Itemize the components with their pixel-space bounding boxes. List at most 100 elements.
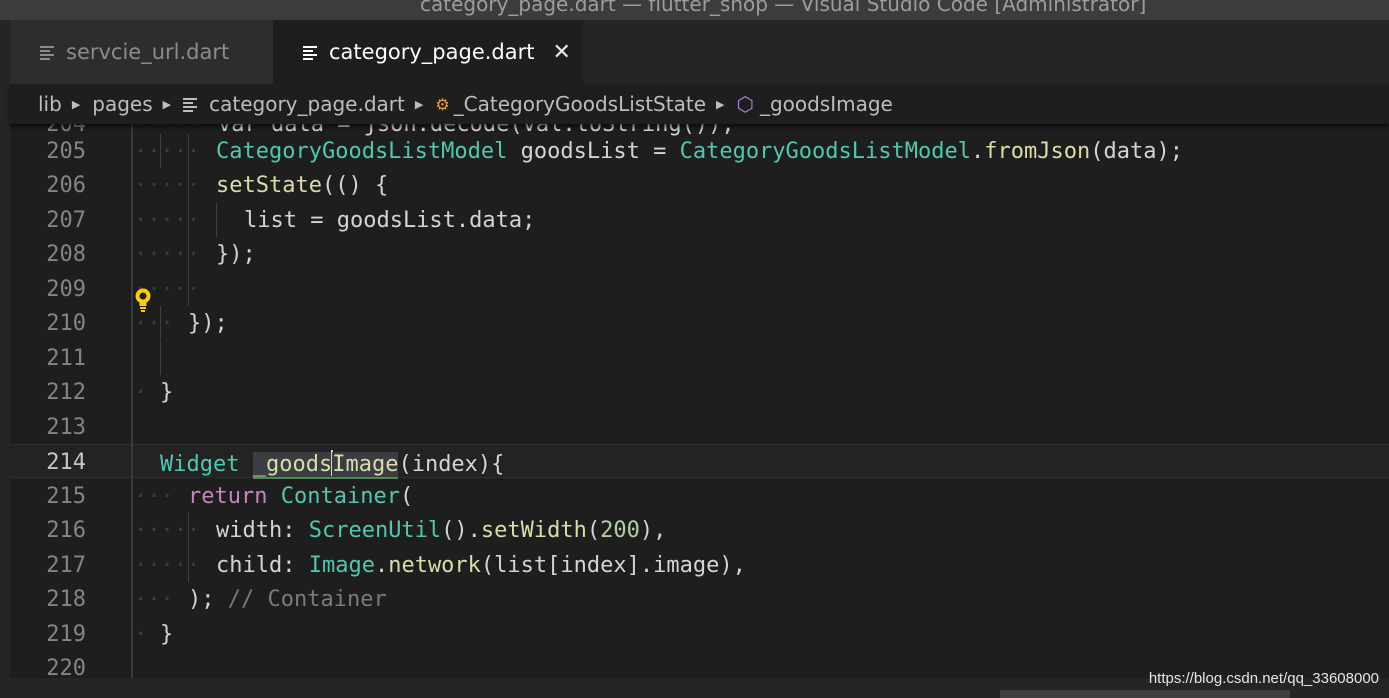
code-token: } (160, 380, 174, 405)
whitespace-dots: ····· (134, 553, 201, 578)
breadcrumb-item-pages[interactable]: pages (92, 92, 152, 116)
code-token: (index){ (398, 452, 505, 477)
code-token: Container (280, 484, 400, 509)
tab-servcie-url[interactable]: servcie_url.dart (10, 20, 273, 84)
code-token: 200 (600, 518, 640, 543)
indent-guide (160, 341, 161, 375)
code-token: }); (216, 242, 256, 267)
code-token: Widget (160, 452, 240, 477)
code-token: ScreenUtil (308, 518, 442, 543)
watermark: https://blog.csdn.net/qq_33608000 (1148, 670, 1379, 687)
tab-label: servcie_url.dart (66, 40, 230, 64)
file-lines-icon (40, 45, 54, 60)
whitespace-dots: ····· (134, 208, 201, 233)
indent-guide (188, 272, 189, 306)
code-line: 216 ····· width: ScreenUtil().setWidth(2… (10, 513, 1389, 547)
breadcrumb-item-class[interactable]: _CategoryGoodsListState (454, 92, 706, 116)
whitespace-dots: ··· (134, 484, 174, 509)
indent-guide (216, 203, 217, 237)
line-text: } (160, 380, 173, 405)
indent-guide (188, 237, 189, 271)
line-number: 220 (46, 656, 86, 678)
breadcrumb-item-method[interactable]: _goodsImage (760, 92, 893, 116)
code-line-current: 214 Widget _goodsImage(index){ (10, 444, 1389, 479)
code-token: goodsList = (507, 139, 680, 164)
code-token: CategoryGoodsListModel (679, 139, 971, 164)
indent-guide (160, 134, 161, 168)
whitespace-dots: ····· (134, 518, 201, 543)
whitespace-dots: ··· (134, 587, 174, 612)
line-text: }); (216, 242, 256, 267)
code-token: list = goodsList.data; (244, 208, 536, 233)
breadcrumb: lib ▶ pages ▶ category_page.dart ▶ ⚙ _Ca… (10, 84, 1389, 124)
line-number: 212 (46, 380, 86, 405)
code-token: }); (188, 311, 228, 336)
tab-category-page[interactable]: category_page.dart ✕ (273, 20, 583, 84)
class-icon: ⚙ (435, 94, 450, 114)
line-number: 217 (46, 553, 86, 578)
cube-icon: ⬡ (736, 92, 754, 116)
line-text: list = goodsList.data; (244, 208, 535, 233)
window-title: category_page.dart — flutter_shop — Visu… (420, 0, 1147, 16)
code-line: 219 · } (10, 617, 1389, 651)
code-token: width: (216, 518, 309, 543)
line-number: 218 (46, 587, 86, 612)
line-number: 208 (46, 242, 86, 267)
code-line: 206 ····· setState(() { (10, 168, 1389, 202)
code-token: Image (332, 452, 399, 479)
whitespace-dots: ····· (134, 173, 201, 198)
lightbulb-icon[interactable] (133, 287, 153, 313)
code-token: CategoryGoodsListModel (216, 139, 508, 164)
code-editor[interactable]: 204 ····· var data = json.decode(val.toS… (10, 124, 1389, 678)
code-line: 208 ····· }); (10, 237, 1389, 271)
left-edge (0, 20, 10, 698)
line-number: 219 (46, 622, 86, 647)
close-icon[interactable]: ✕ (553, 40, 571, 65)
chevron-right-icon: ▶ (162, 97, 172, 111)
code-token: ); (188, 587, 228, 612)
line-number: 210 (46, 311, 86, 336)
code-line: 215 ··· return Container( (10, 479, 1389, 513)
file-lines-icon (183, 97, 198, 112)
code-line: 211 (10, 341, 1389, 375)
code-token: (() { (321, 173, 389, 198)
code-token: . (374, 553, 389, 578)
code-token: ( (586, 518, 601, 543)
line-text: Widget _goodsImage(index){ (160, 450, 505, 479)
chevron-right-icon: ▶ (414, 97, 424, 111)
indent-guide (188, 134, 189, 168)
whitespace-dots: ····· (134, 242, 201, 267)
code-token: return (188, 484, 268, 509)
code-token: network (388, 553, 481, 578)
code-token: setWidth (480, 518, 587, 543)
code-token: (). (441, 518, 481, 543)
indent-guide (188, 203, 189, 237)
whitespace-dots: ··· (134, 311, 174, 336)
line-text: ); // Container (188, 587, 387, 612)
line-text: CategoryGoodsListModel goodsList = Categ… (216, 139, 1183, 164)
code-token: . (971, 139, 985, 164)
tab-bar: servcie_url.dart category_page.dart ✕ (10, 20, 1389, 84)
code-line: 207 ····· list = goodsList.data; (10, 203, 1389, 237)
code-line: 213 (10, 410, 1389, 444)
code-token: ( (399, 484, 414, 509)
line-number: 213 (46, 415, 86, 440)
code-token: Image (308, 553, 375, 578)
breadcrumb-item-lib[interactable]: lib (38, 92, 62, 116)
chevron-right-icon: ▶ (71, 97, 81, 111)
code-line: 210 ··· }); (10, 306, 1389, 340)
code-line: 209 ····· (10, 272, 1389, 306)
code-token: setState (216, 173, 322, 198)
code-token: fromJson (984, 139, 1091, 164)
code-token: // Container (227, 587, 387, 612)
breadcrumb-item-file[interactable]: category_page.dart (209, 92, 405, 116)
code-line: 217 ····· child: Image.network(list[inde… (10, 548, 1389, 582)
line-text: setState(() { (216, 173, 388, 198)
indent-guide (188, 513, 189, 547)
whitespace-dots: · (134, 380, 148, 405)
line-number: 214 (46, 450, 86, 475)
horizontal-scrollbar[interactable] (1000, 690, 1290, 698)
code-token: ), (639, 518, 667, 543)
line-text: width: ScreenUtil().setWidth(200), (216, 518, 666, 543)
